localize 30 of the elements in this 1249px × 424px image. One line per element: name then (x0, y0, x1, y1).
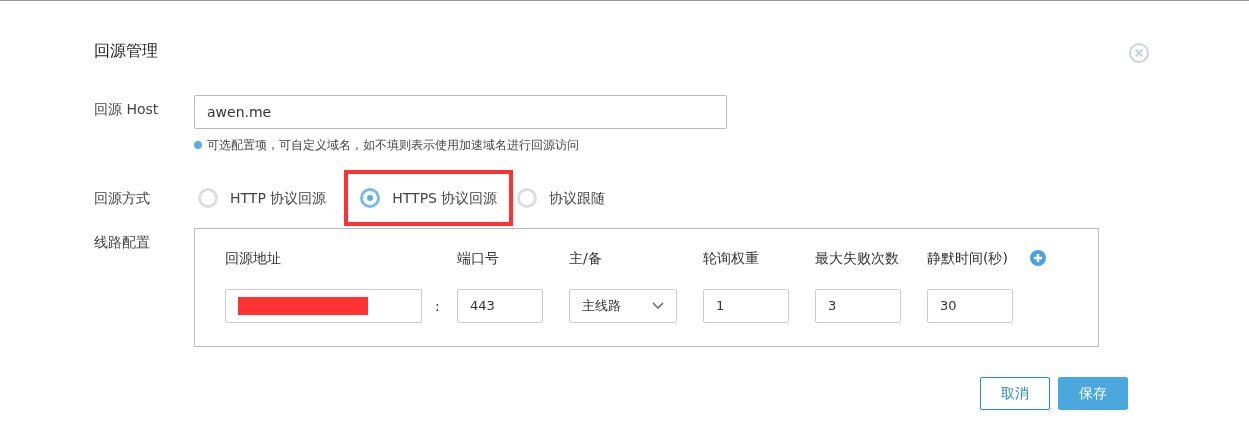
add-icon[interactable] (1030, 250, 1046, 266)
column-header: 最大失败次数 (815, 248, 900, 268)
option-label: HTTP 协议回源 (230, 188, 327, 208)
column-header: 主/备 (569, 248, 603, 268)
host-field[interactable]: awen.me (194, 95, 727, 129)
input-field[interactable]: 443 (457, 289, 543, 323)
input-field[interactable]: 30 (927, 289, 1013, 323)
radio-button[interactable] (360, 188, 381, 208)
option-label: HTTPS 协议回源 (392, 188, 498, 208)
field-label: 回源 Host (94, 100, 160, 119)
cancel-button[interactable]: 取消 (980, 377, 1050, 410)
radio-button[interactable] (517, 188, 538, 208)
column-header: 回源地址 (225, 248, 282, 268)
close-icon[interactable] (1128, 42, 1150, 64)
column-header: 静默时间(秒) (927, 248, 1009, 268)
info-dot (194, 141, 202, 149)
field-label: 线路配置 (94, 233, 151, 252)
column-header: 端口号 (457, 248, 500, 268)
column-header: 轮询权重 (703, 248, 760, 268)
input-field[interactable]: 1 (703, 289, 789, 323)
separator-text: : (435, 296, 441, 316)
input-field[interactable]: 3 (815, 289, 901, 323)
hint-text: 可选配置项，可自定义域名，如不填则表示使用加速域名进行回源访问 (207, 137, 579, 154)
option-label: 协议跟随 (549, 188, 606, 208)
role-select[interactable]: 主线路 (569, 289, 677, 323)
address-field[interactable] (225, 289, 422, 323)
field-label: 回源方式 (94, 188, 151, 208)
dialog-title: 回源管理 (94, 40, 158, 62)
caret-icon (652, 302, 664, 310)
radio-button[interactable] (198, 188, 218, 208)
